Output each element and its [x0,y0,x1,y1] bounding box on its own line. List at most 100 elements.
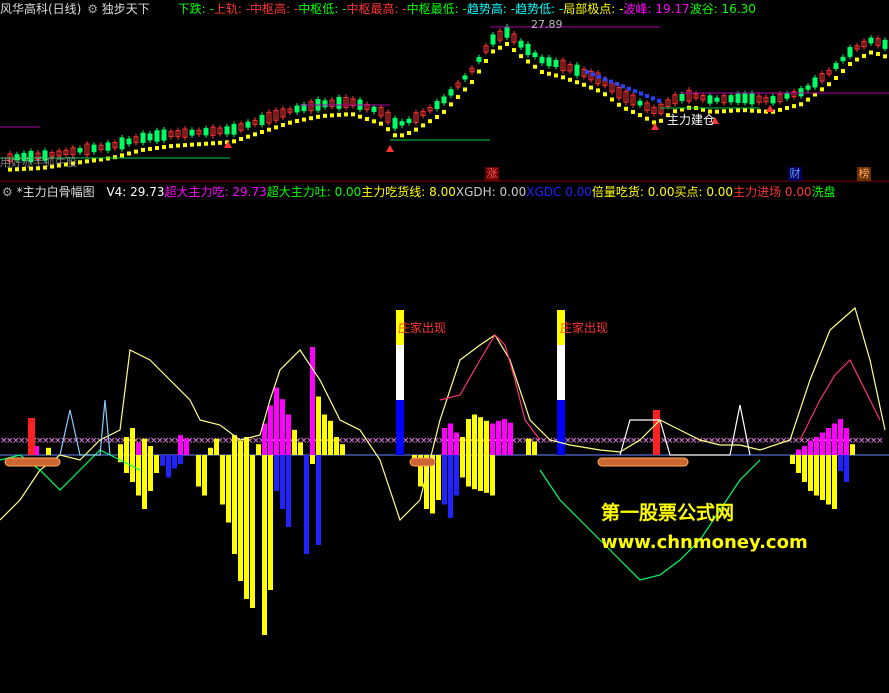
support-dot [330,113,334,118]
support-dot [750,108,754,113]
support-dot [113,155,117,160]
support-dot [575,80,579,85]
candle-body [77,148,83,153]
candle-body [476,57,482,62]
bar-超大主力吃 [802,446,807,455]
support-dot [610,97,614,102]
bar-超大主力吐 [148,455,153,491]
bar-XGDC [274,455,279,491]
trend-dot [597,74,601,79]
support-dot [218,140,222,145]
bar-主力吃货线 [460,437,465,455]
bar-超大主力吃 [814,437,819,455]
support-dot [127,151,131,156]
wash-marker [409,457,436,467]
support-dot [393,133,397,138]
candle-body [154,130,160,142]
bar-超大主力吐 [154,455,159,473]
candle-body [105,142,111,151]
trend-dot [633,89,637,94]
trend-dot [651,96,655,101]
bar-XGDC [838,455,843,472]
support-dot [120,153,124,158]
support-dot [456,94,460,99]
support-dot [414,127,418,132]
bar-超大主力吃 [262,423,267,455]
support-dot [519,54,523,59]
trend-dot [645,94,649,98]
bar-主力吃货线 [130,428,135,455]
bar-主力吃货线 [322,414,327,455]
zhuangjia-bar [396,400,404,455]
indicator-item: 超大主力吃: 29.73 [164,185,267,199]
support-dot [785,106,789,110]
candle-body [735,93,741,103]
bar-超大主力吐 [226,455,231,523]
support-dot [316,114,320,119]
trend-dot [609,79,613,84]
candle-body [119,137,125,150]
candle-body [637,100,643,106]
support-dot [841,69,845,73]
support-dot [659,118,663,123]
bar-超大主力吐 [262,455,267,635]
bar-XGDC [178,455,183,464]
bar-XGDC [286,455,291,527]
candle-body [203,128,209,136]
support-dot [624,106,628,111]
watermark-title: 第一股票公式网 [601,502,735,524]
bar-主力吃货线 [142,438,147,455]
support-dot [162,145,166,150]
bar-超大主力吃 [178,435,183,455]
support-dot [568,77,572,82]
support-dot [246,134,250,139]
marker-cai[interactable]: 财 [788,167,802,181]
candle-body [259,114,265,126]
marker-bang[interactable]: 榜 [857,167,871,181]
support-dot [645,116,649,121]
buy-arrow [766,105,774,112]
indicator-title[interactable]: *主力白骨幅图 [17,183,95,201]
zhuangjia-bar [396,345,404,400]
support-dot [582,82,586,87]
bar-超大主力吃 [454,432,459,455]
bar-主力吃货线 [532,441,537,455]
support-dot [561,75,565,80]
support-dot [260,130,264,134]
bar-超大主力吐 [796,455,801,473]
trend-dot [639,91,643,96]
candle-body [322,100,328,108]
support-dot [547,71,551,76]
support-dot [715,109,719,114]
candle-body [336,96,342,109]
support-dot [85,159,89,164]
support-dot [638,113,642,118]
bar-超大主力吐 [196,455,201,487]
bar-主力吃货线 [472,414,477,455]
bar-XGDC [160,455,165,466]
support-dot [281,123,285,127]
support-dot [526,59,530,64]
wash-marker [4,457,61,467]
bar-主力吃货线 [484,420,489,455]
candle-body [784,93,790,99]
chart-canvas: ××××× ×××××××××××××××××××××××××××××××××××… [0,23,889,635]
candle-body [532,52,538,58]
indicator-item: 主力吃货线: 8.00 [361,185,456,199]
indicator-line [59,399,111,456]
candle-body [770,96,776,104]
support-dot [533,64,537,69]
buy-arrow [386,145,394,152]
bar-超大主力吃 [184,438,189,455]
indicator-item: 超大主力吐: 0.00 [266,185,362,199]
support-dot [617,102,621,107]
bar-主力吃货线 [214,438,219,455]
bar-超大主力吐 [136,455,141,496]
marker-zhang[interactable]: 涨 [485,167,499,181]
bar-超大主力吃 [442,428,447,455]
support-dot [253,132,257,137]
settings-icon[interactable]: ⚙ [2,183,13,201]
support-dot [554,73,558,78]
bar-主力吃货线 [46,447,51,455]
bar-超大主力吐 [310,455,315,464]
